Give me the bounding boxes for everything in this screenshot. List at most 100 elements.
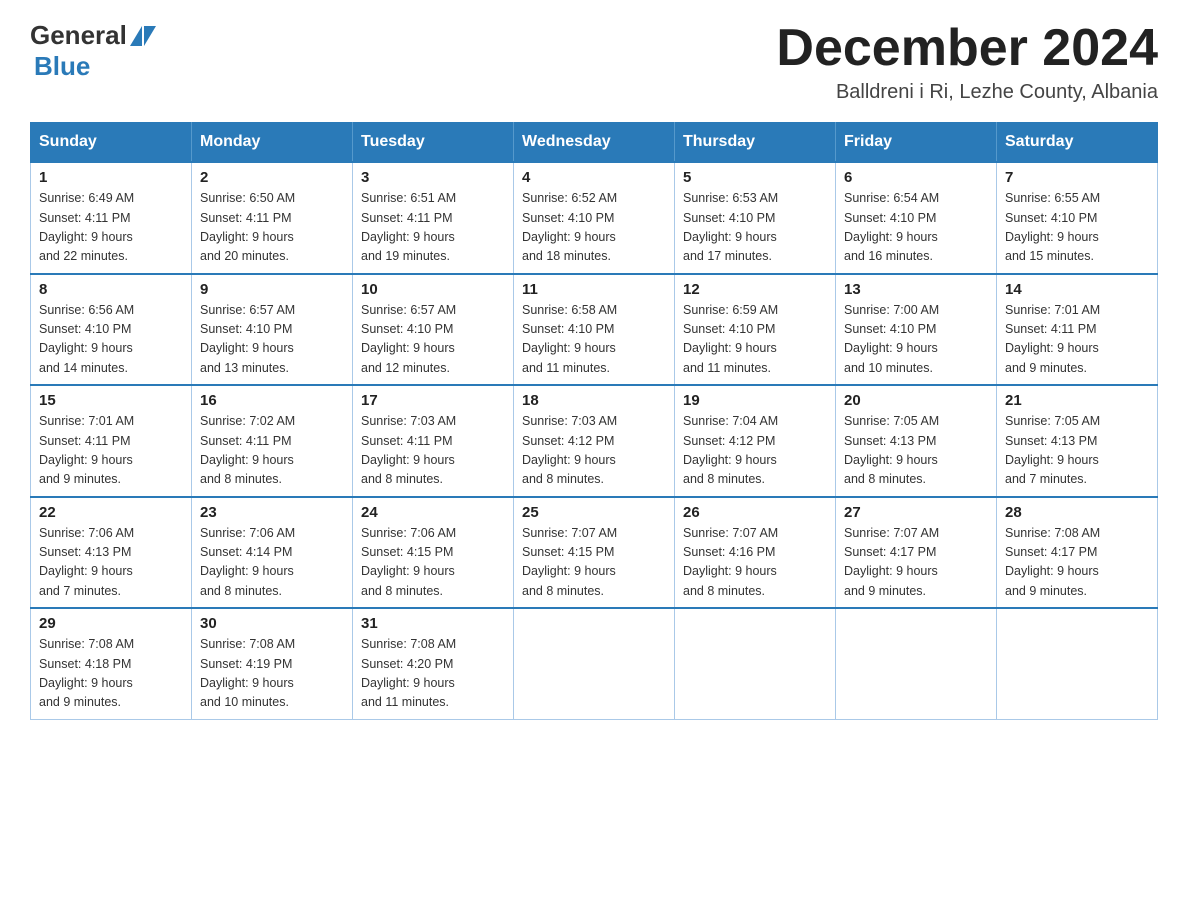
- calendar-cell: 25 Sunrise: 7:07 AMSunset: 4:15 PMDayligh…: [514, 497, 675, 609]
- calendar-cell: 26 Sunrise: 7:07 AMSunset: 4:16 PMDayligh…: [675, 497, 836, 609]
- calendar-cell: 29Sunrise: 7:08 AMSunset: 4:18 PMDayligh…: [31, 608, 192, 719]
- week-row: 8 Sunrise: 6:56 AMSunset: 4:10 PMDaylight…: [31, 274, 1158, 386]
- calendar-cell: 9 Sunrise: 6:57 AMSunset: 4:10 PMDaylight…: [192, 274, 353, 386]
- day-number: 24: [361, 504, 505, 521]
- day-info: Sunrise: 6:51 AMSunset: 4:11 PMDaylight:…: [361, 189, 505, 267]
- calendar-cell: 12Sunrise: 6:59 AMSunset: 4:10 PMDayligh…: [675, 274, 836, 386]
- calendar-cell: 19 Sunrise: 7:04 AMSunset: 4:12 PMDayligh…: [675, 385, 836, 497]
- day-number: 3: [361, 169, 505, 186]
- day-info: Sunrise: 7:06 AMSunset: 4:15 PMDaylight:…: [361, 524, 505, 602]
- calendar-cell: 5Sunrise: 6:53 AMSunset: 4:10 PMDaylight…: [675, 162, 836, 274]
- day-number: 27: [844, 504, 988, 521]
- week-row: 1 Sunrise: 6:49 AMSunset: 4:11 PMDaylight…: [31, 162, 1158, 274]
- day-info: Sunrise: 7:07 AMSunset: 4:17 PMDaylight:…: [844, 524, 988, 602]
- week-row: 15 Sunrise: 7:01 AMSunset: 4:11 PMDayligh…: [31, 385, 1158, 497]
- location-title: Balldreni i Ri, Lezhe County, Albania: [776, 81, 1158, 104]
- logo: General Blue: [30, 20, 159, 82]
- day-number: 23: [200, 504, 344, 521]
- calendar-cell: 14Sunrise: 7:01 AMSunset: 4:11 PMDayligh…: [997, 274, 1158, 386]
- day-info: Sunrise: 6:57 AMSunset: 4:10 PMDaylight:…: [200, 301, 344, 379]
- day-number: 20: [844, 392, 988, 409]
- day-info: Sunrise: 7:03 AMSunset: 4:12 PMDaylight:…: [522, 412, 666, 490]
- day-number: 16: [200, 392, 344, 409]
- calendar-cell: 11 Sunrise: 6:58 AMSunset: 4:10 PMDayligh…: [514, 274, 675, 386]
- day-info: Sunrise: 7:03 AMSunset: 4:11 PMDaylight:…: [361, 412, 505, 490]
- calendar-cell: 30Sunrise: 7:08 AMSunset: 4:19 PMDayligh…: [192, 608, 353, 719]
- day-header-monday: Monday: [192, 123, 353, 163]
- day-info: Sunrise: 7:07 AMSunset: 4:16 PMDaylight:…: [683, 524, 827, 602]
- calendar-cell: 20 Sunrise: 7:05 AMSunset: 4:13 PMDayligh…: [836, 385, 997, 497]
- day-info: Sunrise: 7:08 AMSunset: 4:20 PMDaylight:…: [361, 635, 505, 713]
- day-info: Sunrise: 7:08 AMSunset: 4:17 PMDaylight:…: [1005, 524, 1149, 602]
- calendar-cell: 21Sunrise: 7:05 AMSunset: 4:13 PMDayligh…: [997, 385, 1158, 497]
- day-number: 5: [683, 169, 827, 186]
- calendar-cell: 8 Sunrise: 6:56 AMSunset: 4:10 PMDaylight…: [31, 274, 192, 386]
- day-number: 30: [200, 615, 344, 632]
- day-number: 13: [844, 281, 988, 298]
- calendar-cell: 10Sunrise: 6:57 AMSunset: 4:10 PMDayligh…: [353, 274, 514, 386]
- day-number: 4: [522, 169, 666, 186]
- calendar-cell: [997, 608, 1158, 719]
- calendar-cell: 13 Sunrise: 7:00 AMSunset: 4:10 PMDayligh…: [836, 274, 997, 386]
- day-number: 7: [1005, 169, 1149, 186]
- day-info: Sunrise: 7:00 AMSunset: 4:10 PMDaylight:…: [844, 301, 988, 379]
- calendar-cell: [836, 608, 997, 719]
- day-info: Sunrise: 6:50 AMSunset: 4:11 PMDaylight:…: [200, 189, 344, 267]
- day-info: Sunrise: 7:05 AMSunset: 4:13 PMDaylight:…: [844, 412, 988, 490]
- day-info: Sunrise: 6:56 AMSunset: 4:10 PMDaylight:…: [39, 301, 183, 379]
- calendar-cell: 23 Sunrise: 7:06 AMSunset: 4:14 PMDayligh…: [192, 497, 353, 609]
- day-info: Sunrise: 6:59 AMSunset: 4:10 PMDaylight:…: [683, 301, 827, 379]
- day-number: 25: [522, 504, 666, 521]
- day-number: 26: [683, 504, 827, 521]
- calendar-cell: 22 Sunrise: 7:06 AMSunset: 4:13 PMDayligh…: [31, 497, 192, 609]
- days-header-row: SundayMondayTuesdayWednesdayThursdayFrid…: [31, 123, 1158, 163]
- week-row: 29Sunrise: 7:08 AMSunset: 4:18 PMDayligh…: [31, 608, 1158, 719]
- calendar-cell: 16 Sunrise: 7:02 AMSunset: 4:11 PMDayligh…: [192, 385, 353, 497]
- day-number: 21: [1005, 392, 1149, 409]
- day-number: 15: [39, 392, 183, 409]
- day-number: 28: [1005, 504, 1149, 521]
- calendar-cell: 31 Sunrise: 7:08 AMSunset: 4:20 PMDayligh…: [353, 608, 514, 719]
- calendar-cell: 27 Sunrise: 7:07 AMSunset: 4:17 PMDayligh…: [836, 497, 997, 609]
- week-row: 22 Sunrise: 7:06 AMSunset: 4:13 PMDayligh…: [31, 497, 1158, 609]
- calendar-cell: 3 Sunrise: 6:51 AMSunset: 4:11 PMDaylight…: [353, 162, 514, 274]
- day-number: 18: [522, 392, 666, 409]
- day-info: Sunrise: 6:49 AMSunset: 4:11 PMDaylight:…: [39, 189, 183, 267]
- day-number: 6: [844, 169, 988, 186]
- day-number: 17: [361, 392, 505, 409]
- day-header-sunday: Sunday: [31, 123, 192, 163]
- day-info: Sunrise: 7:02 AMSunset: 4:11 PMDaylight:…: [200, 412, 344, 490]
- day-number: 11: [522, 281, 666, 298]
- day-number: 31: [361, 615, 505, 632]
- calendar-table: SundayMondayTuesdayWednesdayThursdayFrid…: [30, 122, 1158, 720]
- day-header-saturday: Saturday: [997, 123, 1158, 163]
- calendar-cell: 18 Sunrise: 7:03 AMSunset: 4:12 PMDayligh…: [514, 385, 675, 497]
- day-info: Sunrise: 7:06 AMSunset: 4:14 PMDaylight:…: [200, 524, 344, 602]
- title-area: December 2024 Balldreni i Ri, Lezhe Coun…: [776, 20, 1158, 104]
- day-number: 22: [39, 504, 183, 521]
- day-info: Sunrise: 6:52 AMSunset: 4:10 PMDaylight:…: [522, 189, 666, 267]
- day-number: 8: [39, 281, 183, 298]
- calendar-cell: 7Sunrise: 6:55 AMSunset: 4:10 PMDaylight…: [997, 162, 1158, 274]
- day-number: 1: [39, 169, 183, 186]
- day-info: Sunrise: 6:54 AMSunset: 4:10 PMDaylight:…: [844, 189, 988, 267]
- day-info: Sunrise: 7:08 AMSunset: 4:18 PMDaylight:…: [39, 635, 183, 713]
- day-info: Sunrise: 7:04 AMSunset: 4:12 PMDaylight:…: [683, 412, 827, 490]
- calendar-cell: 28 Sunrise: 7:08 AMSunset: 4:17 PMDayligh…: [997, 497, 1158, 609]
- day-number: 14: [1005, 281, 1149, 298]
- month-title: December 2024: [776, 20, 1158, 77]
- calendar-cell: 15 Sunrise: 7:01 AMSunset: 4:11 PMDayligh…: [31, 385, 192, 497]
- day-info: Sunrise: 6:58 AMSunset: 4:10 PMDaylight:…: [522, 301, 666, 379]
- calendar-cell: 4 Sunrise: 6:52 AMSunset: 4:10 PMDaylight…: [514, 162, 675, 274]
- calendar-cell: [514, 608, 675, 719]
- day-header-tuesday: Tuesday: [353, 123, 514, 163]
- calendar-cell: 1 Sunrise: 6:49 AMSunset: 4:11 PMDaylight…: [31, 162, 192, 274]
- day-number: 19: [683, 392, 827, 409]
- calendar-cell: 17 Sunrise: 7:03 AMSunset: 4:11 PMDayligh…: [353, 385, 514, 497]
- calendar-cell: 2Sunrise: 6:50 AMSunset: 4:11 PMDaylight…: [192, 162, 353, 274]
- calendar-cell: 6 Sunrise: 6:54 AMSunset: 4:10 PMDaylight…: [836, 162, 997, 274]
- day-info: Sunrise: 7:07 AMSunset: 4:15 PMDaylight:…: [522, 524, 666, 602]
- day-info: Sunrise: 7:01 AMSunset: 4:11 PMDaylight:…: [39, 412, 183, 490]
- day-info: Sunrise: 7:06 AMSunset: 4:13 PMDaylight:…: [39, 524, 183, 602]
- day-number: 9: [200, 281, 344, 298]
